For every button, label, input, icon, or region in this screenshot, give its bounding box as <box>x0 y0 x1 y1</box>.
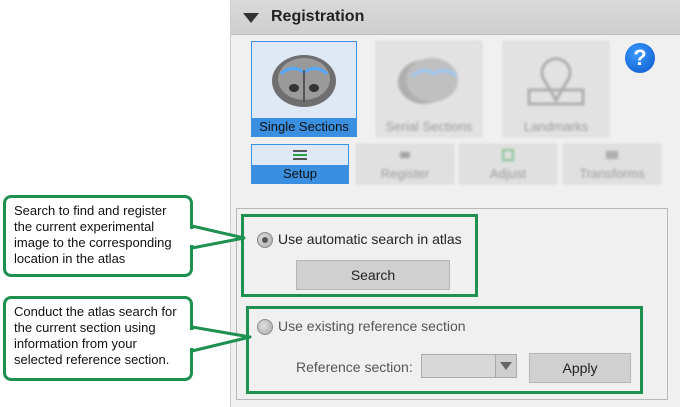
step-label: Setup <box>252 165 348 183</box>
callout-pointer <box>190 224 246 250</box>
mode-label: Single Sections <box>252 118 356 136</box>
radio-checked-dot <box>262 237 268 243</box>
search-button[interactable]: Search <box>296 260 450 290</box>
panel-title: Registration <box>271 8 365 25</box>
mode-label: Landmarks <box>523 119 589 134</box>
reference-section-radio[interactable] <box>257 319 273 335</box>
automatic-search-radio[interactable] <box>257 232 273 248</box>
collapse-triangle-icon[interactable] <box>243 13 259 23</box>
callout-pointer <box>190 325 252 353</box>
reference-callout: Conduct the atlas search for the current… <box>3 296 193 381</box>
mode-serial-sections[interactable]: Serial Sections <box>376 41 482 137</box>
transforms-icon <box>606 151 618 159</box>
chevron-down-icon <box>500 362 512 370</box>
step-label: Adjust <box>489 166 527 181</box>
help-icon[interactable]: ? <box>625 43 655 73</box>
search-callout: Search to find and register the current … <box>3 195 193 277</box>
step-label: Register <box>380 166 430 181</box>
apply-button[interactable]: Apply <box>529 353 631 383</box>
step-setup[interactable]: Setup <box>251 144 349 184</box>
panel-header[interactable]: Registration <box>231 0 680 35</box>
setup-icon <box>293 150 307 160</box>
automatic-search-label: Use automatic search in atlas <box>278 231 462 247</box>
reference-section-field-label: Reference section: <box>296 359 413 375</box>
location-pin-icon <box>527 57 585 106</box>
reference-section-select[interactable] <box>421 354 517 378</box>
mode-label: Serial Sections <box>385 119 473 134</box>
adjust-icon <box>502 149 514 161</box>
step-adjust[interactable]: Adjust <box>459 144 557 184</box>
register-icon <box>400 152 410 158</box>
step-register[interactable]: Register <box>356 144 454 184</box>
reference-section-option-label: Use existing reference section <box>278 318 466 334</box>
mode-landmarks[interactable]: Landmarks <box>503 41 609 137</box>
brain-section-icon <box>272 55 336 107</box>
serial-sections-icon <box>398 58 458 104</box>
step-transforms[interactable]: Transforms <box>563 144 661 184</box>
mode-single-sections[interactable]: Single Sections <box>251 41 357 137</box>
step-label: Transforms <box>579 166 645 181</box>
dropdown-arrow[interactable] <box>495 355 516 377</box>
